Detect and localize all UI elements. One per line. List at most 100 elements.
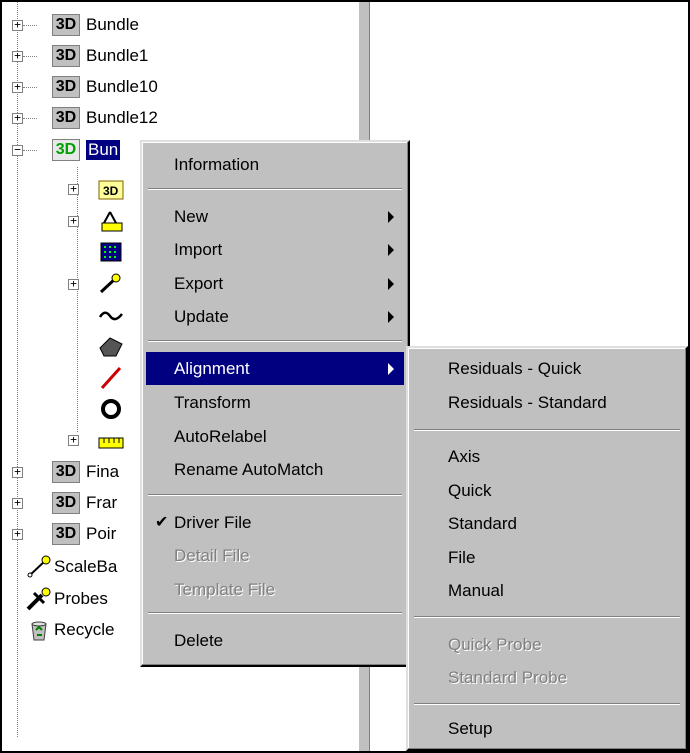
tree-child-row[interactable] — [68, 363, 124, 393]
menu-item-axis[interactable]: Axis — [412, 440, 682, 473]
expand-icon[interactable]: + — [12, 81, 23, 93]
3d-bundle-active-icon: 3D — [52, 139, 80, 161]
menu-item-export[interactable]: Export — [146, 267, 404, 300]
tree-child-row[interactable]: + — [68, 425, 124, 455]
menu-item-label: Quick — [448, 481, 492, 500]
tree-item-probes[interactable]: Probes — [12, 584, 108, 614]
menu-item-label: Import — [174, 240, 223, 259]
tree-child-row[interactable]: + — [68, 206, 124, 236]
submenu-arrow-icon — [388, 278, 394, 290]
menu-item-transform[interactable]: Transform — [146, 386, 404, 419]
tree-child-row[interactable]: + 3D — [68, 174, 124, 204]
tree-item-label: Bundle12 — [86, 108, 158, 127]
menu-item-label: Residuals - Standard — [448, 393, 607, 412]
submenu-arrow-icon — [388, 311, 394, 323]
expand-icon[interactable]: + — [12, 112, 23, 124]
menu-item-delete[interactable]: Delete — [146, 624, 404, 657]
3d-bundle-icon: 3D — [52, 492, 80, 514]
tree-line — [23, 25, 37, 26]
menu-item-driver-file[interactable]: ✔ Driver File — [146, 506, 404, 539]
tree-item-frar[interactable]: + 3D Frar — [12, 488, 117, 518]
menu-item-quick[interactable]: Quick — [412, 474, 682, 507]
menu-item-label: Setup — [448, 719, 493, 738]
tree-child-row[interactable] — [68, 300, 124, 330]
tree-line — [23, 118, 37, 119]
expand-icon[interactable]: + — [68, 183, 79, 195]
expand-icon[interactable]: + — [12, 466, 23, 478]
tree-child-row[interactable] — [68, 394, 124, 424]
menu-item-new[interactable]: New — [146, 200, 404, 233]
menu-item-label: Axis — [448, 447, 481, 466]
tree-child-row[interactable] — [68, 331, 124, 361]
scale-icon — [98, 428, 124, 452]
menu-item-residuals-standard[interactable]: Residuals - Standard — [412, 386, 682, 419]
menu-item-quick-probe: Quick Probe — [412, 628, 682, 661]
tree-child-row[interactable]: + — [68, 269, 124, 299]
menu-item-manual[interactable]: Manual — [412, 574, 682, 607]
menu-item-import[interactable]: Import — [146, 233, 404, 266]
menu-item-label: Update — [174, 307, 229, 326]
menu-item-information[interactable]: Information — [146, 148, 404, 181]
menu-item-alignment[interactable]: Alignment — [146, 352, 404, 385]
tree-item-bundle12[interactable]: + 3D Bundle12 — [12, 103, 158, 133]
expand-icon[interactable]: + — [12, 50, 23, 62]
circle-icon — [98, 397, 124, 421]
scalebar-icon — [26, 555, 52, 579]
menu-item-standard-probe: Standard Probe — [412, 661, 682, 694]
tree-item-label: Probes — [54, 589, 108, 608]
menu-item-residuals-quick[interactable]: Residuals - Quick — [412, 352, 682, 385]
menu-item-file[interactable]: File — [412, 541, 682, 574]
tree-item-bundle[interactable]: + 3D Bundle — [12, 10, 139, 40]
3d-bundle-icon: 3D — [52, 523, 80, 545]
expand-icon[interactable]: + — [12, 19, 23, 31]
tree-item-label: Bundle1 — [86, 46, 149, 65]
tree-item-bundle1[interactable]: + 3D Bundle1 — [12, 41, 148, 71]
tree-item-label: Frar — [86, 493, 118, 512]
tree-item-bundle10[interactable]: + 3D Bundle10 — [12, 72, 158, 102]
expand-icon[interactable]: + — [68, 434, 79, 446]
menu-item-label: Standard — [448, 514, 517, 533]
tree-item-recycle[interactable]: Recycle — [12, 615, 114, 645]
curve-icon — [98, 303, 124, 327]
menu-item-label: Information — [174, 155, 260, 174]
menu-item-detail-file: Detail File — [146, 539, 404, 572]
tree-item-label: Bun — [84, 139, 122, 161]
menu-item-standard[interactable]: Standard — [412, 507, 682, 540]
checkmark-icon: ✔ — [155, 514, 169, 531]
expand-icon[interactable]: + — [68, 278, 79, 290]
surface-icon — [98, 334, 124, 358]
expand-icon[interactable]: + — [12, 528, 23, 540]
tree-item-label: Bundle10 — [86, 77, 158, 96]
3d-bundle-icon: 3D — [52, 76, 80, 98]
menu-item-label: AutoRelabel — [174, 427, 267, 446]
tree-item-selected-bundle[interactable]: − 3D Bun — [12, 135, 122, 165]
menu-item-autorelabel[interactable]: AutoRelabel — [146, 420, 404, 453]
expand-icon[interactable]: + — [12, 497, 23, 509]
points-icon — [98, 272, 124, 296]
submenu-arrow-icon — [388, 211, 394, 223]
menu-item-label: Export — [174, 274, 224, 293]
3d-bundle-icon: 3D — [52, 107, 80, 129]
probe-icon — [26, 587, 52, 611]
3d-bundle-icon: 3D — [52, 461, 80, 483]
menu-item-template-file: Template File — [146, 573, 404, 606]
menu-separator — [414, 703, 680, 705]
tree-item-label: Bundle — [86, 15, 139, 34]
expand-icon[interactable]: + — [68, 215, 79, 227]
tree-item-poir[interactable]: + 3D Poir — [12, 519, 116, 549]
menu-separator — [148, 188, 402, 190]
context-menu: Information New Import Export Update Ali… — [140, 140, 410, 667]
menu-item-setup[interactable]: Setup — [412, 712, 682, 745]
tree-item-fina[interactable]: + 3D Fina — [12, 457, 119, 487]
3d-bundle-icon: 3D — [52, 45, 80, 67]
menu-item-update[interactable]: Update — [146, 300, 404, 333]
tree-child-row[interactable] — [68, 237, 124, 267]
menu-item-label: Driver File — [174, 513, 252, 532]
collapse-icon[interactable]: − — [12, 144, 23, 156]
instrument-icon — [98, 209, 124, 233]
menu-item-rename-automatch[interactable]: Rename AutoMatch — [146, 453, 404, 486]
tree-item-label: Fina — [86, 462, 120, 481]
menu-separator — [148, 612, 402, 614]
tree-item-scalebar[interactable]: ScaleBa — [12, 552, 117, 582]
menu-item-label: Delete — [174, 631, 224, 650]
